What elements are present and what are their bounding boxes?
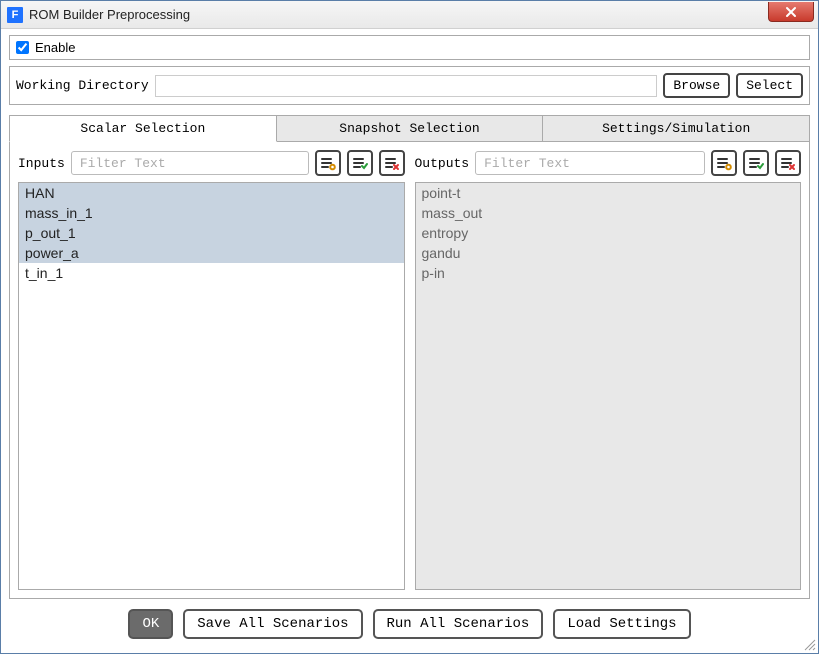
tab-scalar-selection[interactable]: Scalar Selection — [9, 115, 277, 142]
inputs-listbox[interactable]: HAN mass_in_1 p_out_1 power_a t_in_1 — [18, 182, 405, 590]
inputs-deselect-all-button[interactable] — [379, 150, 405, 176]
footer: OK Save All Scenarios Run All Scenarios … — [9, 599, 810, 647]
tab-snapshot-selection[interactable]: Snapshot Selection — [276, 115, 544, 142]
enable-checkbox[interactable] — [16, 41, 29, 54]
list-item[interactable]: power_a — [19, 243, 404, 263]
outputs-column: Outputs — [415, 150, 802, 590]
enable-label: Enable — [35, 40, 75, 55]
working-directory-row: Working Directory Browse Select — [9, 66, 810, 105]
lines-x-icon — [384, 155, 400, 171]
select-button[interactable]: Select — [736, 73, 803, 98]
list-item[interactable]: mass_out — [416, 203, 801, 223]
inputs-header: Inputs — [18, 150, 405, 176]
lines-circle-icon — [716, 155, 732, 171]
outputs-select-all-button[interactable] — [743, 150, 769, 176]
inputs-title: Inputs — [18, 156, 65, 171]
outputs-title: Outputs — [415, 156, 470, 171]
list-item[interactable]: p_out_1 — [19, 223, 404, 243]
titlebar: F ROM Builder Preprocessing — [1, 1, 818, 29]
tab-bar: Scalar Selection Snapshot Selection Sett… — [9, 115, 810, 142]
lines-check-icon — [748, 155, 764, 171]
lines-check-icon — [352, 155, 368, 171]
dialog-window: F ROM Builder Preprocessing Enable Worki… — [0, 0, 819, 654]
close-icon — [785, 6, 797, 18]
list-item[interactable]: p-in — [416, 263, 801, 283]
resize-grip-icon[interactable] — [802, 637, 816, 651]
outputs-listbox[interactable]: point-t mass_out entropy gandu p-in — [415, 182, 802, 590]
tab-settings-simulation[interactable]: Settings/Simulation — [542, 115, 810, 142]
outputs-header: Outputs — [415, 150, 802, 176]
enable-row: Enable — [9, 35, 810, 60]
ok-button[interactable]: OK — [128, 609, 173, 639]
list-item[interactable]: mass_in_1 — [19, 203, 404, 223]
list-item[interactable]: gandu — [416, 243, 801, 263]
outputs-select-visible-button[interactable] — [711, 150, 737, 176]
working-directory-label: Working Directory — [16, 78, 149, 93]
outputs-filter-input[interactable] — [475, 151, 705, 175]
list-item[interactable]: t_in_1 — [19, 263, 404, 283]
list-item[interactable]: HAN — [19, 183, 404, 203]
dialog-body: Enable Working Directory Browse Select S… — [1, 29, 818, 653]
browse-button[interactable]: Browse — [663, 73, 730, 98]
run-all-scenarios-button[interactable]: Run All Scenarios — [373, 609, 544, 639]
lines-circle-icon — [320, 155, 336, 171]
list-item[interactable]: entropy — [416, 223, 801, 243]
inputs-filter-input[interactable] — [71, 151, 309, 175]
outputs-deselect-all-button[interactable] — [775, 150, 801, 176]
inputs-select-visible-button[interactable] — [315, 150, 341, 176]
app-icon: F — [7, 7, 23, 23]
load-settings-button[interactable]: Load Settings — [553, 609, 690, 639]
lines-x-icon — [780, 155, 796, 171]
list-item[interactable]: point-t — [416, 183, 801, 203]
tab-panel: Inputs — [9, 142, 810, 599]
inputs-select-all-button[interactable] — [347, 150, 373, 176]
save-all-scenarios-button[interactable]: Save All Scenarios — [183, 609, 362, 639]
window-title: ROM Builder Preprocessing — [29, 7, 190, 22]
inputs-column: Inputs — [18, 150, 405, 590]
close-button[interactable] — [768, 2, 814, 22]
working-directory-input[interactable] — [155, 75, 658, 97]
